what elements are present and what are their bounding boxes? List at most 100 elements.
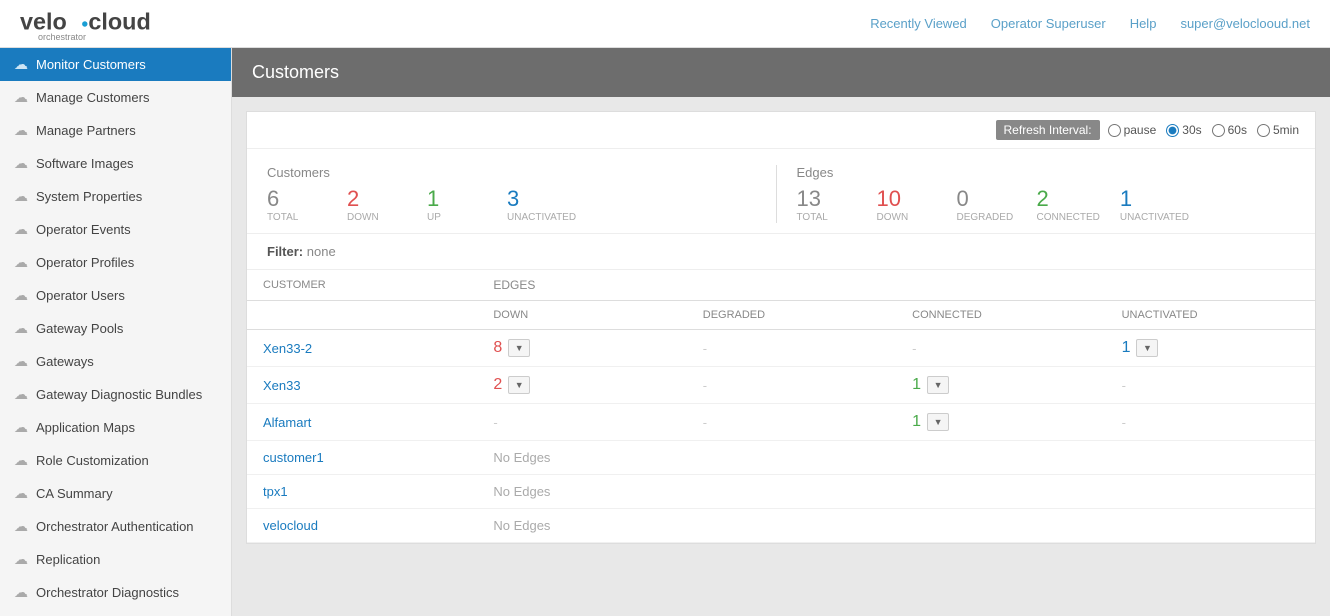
customer-link[interactable]: Alfamart [263, 415, 311, 430]
degraded-cell: - [687, 404, 896, 441]
sidebar-item-orchestrator-auth[interactable]: ☁Orchestrator Authentication [0, 510, 231, 543]
connected-num: 1 [912, 376, 921, 394]
sidebar-item-label: Gateway Diagnostic Bundles [36, 387, 202, 402]
sidebar-item-label: Gateway Pools [36, 321, 123, 336]
connected-num: 1 [912, 413, 921, 431]
table-row: Xen33-2 8▼ - - 1▼ [247, 330, 1315, 367]
refresh-30s-label[interactable]: 30s [1166, 123, 1201, 137]
page-title: Customers [252, 62, 339, 82]
col-connected-header: CONNECTED [896, 301, 1105, 330]
sidebar-item-label: Gateways [36, 354, 94, 369]
refresh-60s-label[interactable]: 60s [1212, 123, 1247, 137]
degraded-dash: - [703, 415, 707, 430]
edges-down: 10 DOWN [877, 188, 937, 223]
down-num: 8 [493, 339, 502, 357]
down-dropdown-btn[interactable]: ▼ [508, 339, 530, 357]
sidebar-item-ca-summary[interactable]: ☁CA Summary [0, 477, 231, 510]
sidebar-item-label: Orchestrator Diagnostics [36, 585, 179, 600]
refresh-5min-label[interactable]: 5min [1257, 123, 1299, 137]
customers-unactivated: 3 UNACTIVATED [507, 188, 576, 223]
header-nav: Recently Viewed Operator Superuser Help … [870, 16, 1310, 31]
sidebar-item-label: System Properties [36, 189, 142, 204]
refresh-pause-label[interactable]: pause [1108, 123, 1157, 137]
cloud-icon: ☁ [14, 122, 28, 139]
sidebar-item-label: Application Maps [36, 420, 135, 435]
sidebar-item-system-properties[interactable]: ☁System Properties [0, 180, 231, 213]
sidebar-item-label: Manage Partners [36, 123, 136, 138]
customers-down: 2 DOWN [347, 188, 407, 223]
sidebar-item-application-maps[interactable]: ☁Application Maps [0, 411, 231, 444]
down-dropdown-btn[interactable]: ▼ [508, 376, 530, 394]
sidebar-item-operator-users[interactable]: ☁Operator Users [0, 279, 231, 312]
header: velo cloud orchestrator Recently Viewed … [0, 0, 1330, 48]
table-row: customer1 No Edges [247, 441, 1315, 475]
page-header: Customers [232, 48, 1330, 97]
cloud-icon: ☁ [14, 518, 28, 535]
col-down-header: DOWN [477, 301, 686, 330]
no-edges-cell: No Edges [477, 441, 1315, 475]
customers-stats-label: Customers [267, 165, 766, 180]
recently-viewed-link[interactable]: Recently Viewed [870, 16, 967, 31]
degraded-cell: - [687, 367, 896, 404]
customer-link[interactable]: customer1 [263, 450, 324, 465]
edges-degraded-value: 0 [957, 188, 969, 210]
customer-link[interactable]: Xen33 [263, 378, 301, 393]
user-email-link[interactable]: super@veloclooud.net [1180, 16, 1310, 31]
content-area: Refresh Interval: pause 30s 60s 5min Cus… [246, 111, 1316, 544]
connected-dropdown-btn[interactable]: ▼ [927, 376, 949, 394]
customer-name-cell: Alfamart [247, 404, 477, 441]
no-edges-cell: No Edges [477, 509, 1315, 543]
sidebar-item-label: Software Images [36, 156, 134, 171]
unactivated-dropdown-btn[interactable]: ▼ [1136, 339, 1158, 357]
sidebar-item-manage-customers[interactable]: ☁Manage Customers [0, 81, 231, 114]
down-cell: 2▼ [477, 367, 686, 404]
degraded-dash: - [703, 378, 707, 393]
down-cell: 8▼ [477, 330, 686, 367]
sidebar-item-gateways[interactable]: ☁ Gateways [0, 345, 231, 378]
edges-total-label: TOTAL [797, 212, 828, 223]
sidebar-item-label: Operator Profiles [36, 255, 134, 270]
sidebar-item-monitor-customers[interactable]: ☁Monitor Customers [0, 48, 231, 81]
sidebar-item-operator-events[interactable]: ☁Operator Events [0, 213, 231, 246]
cloud-icon: ☁ [14, 56, 28, 73]
customer-link[interactable]: velocloud [263, 518, 318, 533]
refresh-30s-radio[interactable] [1166, 124, 1179, 137]
sidebar-item-role-customization[interactable]: ☁Role Customization [0, 444, 231, 477]
edges-degraded: 0 DEGRADED [957, 188, 1017, 223]
customers-unactivated-value: 3 [507, 188, 519, 210]
customers-stats-row: 6 TOTAL 2 DOWN 1 UP 3 UN [267, 188, 766, 223]
cloud-icon: ☁ [14, 353, 28, 370]
no-edges-cell: No Edges [477, 475, 1315, 509]
sidebar-item-software-images[interactable]: ☁Software Images [0, 147, 231, 180]
cloud-icon: ☁ [14, 89, 28, 106]
sidebar-item-manage-partners[interactable]: ☁ Manage Partners [0, 114, 231, 147]
customers-up-label: UP [427, 212, 441, 223]
cloud-icon: ☁ [14, 320, 28, 337]
sidebar-item-operator-profiles[interactable]: ☁Operator Profiles [0, 246, 231, 279]
sidebar-item-gateway-diagnostic[interactable]: ☁Gateway Diagnostic Bundles [0, 378, 231, 411]
table-row: Alfamart - - 1▼ - [247, 404, 1315, 441]
help-link[interactable]: Help [1130, 16, 1157, 31]
customers-total-label: TOTAL [267, 212, 298, 223]
edges-unactivated-label: UNACTIVATED [1120, 212, 1189, 223]
connected-dropdown-btn[interactable]: ▼ [927, 413, 949, 431]
connected-cell-value: 1▼ [912, 376, 1089, 394]
refresh-pause-radio[interactable] [1108, 124, 1121, 137]
sidebar-item-gateway-pools[interactable]: ☁ Gateway Pools [0, 312, 231, 345]
down-cell: - [477, 404, 686, 441]
customers-total-value: 6 [267, 188, 279, 210]
sidebar-item-orchestrator-upgrade[interactable]: ☁Orchestrator Upgrade [0, 609, 231, 616]
connected-cell: - [896, 330, 1105, 367]
sidebar-item-orchestrator-diag[interactable]: ☁Orchestrator Diagnostics [0, 576, 231, 609]
customer-link[interactable]: tpx1 [263, 484, 288, 499]
sidebar-item-label: Replication [36, 552, 100, 567]
degraded-dash: - [703, 341, 707, 356]
no-edges-label: No Edges [493, 518, 550, 533]
refresh-60s-radio[interactable] [1212, 124, 1225, 137]
refresh-5min-radio[interactable] [1257, 124, 1270, 137]
sidebar-item-replication[interactable]: ☁Replication [0, 543, 231, 576]
customer-link[interactable]: Xen33-2 [263, 341, 312, 356]
sidebar-item-label: CA Summary [36, 486, 113, 501]
down-num: 2 [493, 376, 502, 394]
operator-superuser-link[interactable]: Operator Superuser [991, 16, 1106, 31]
